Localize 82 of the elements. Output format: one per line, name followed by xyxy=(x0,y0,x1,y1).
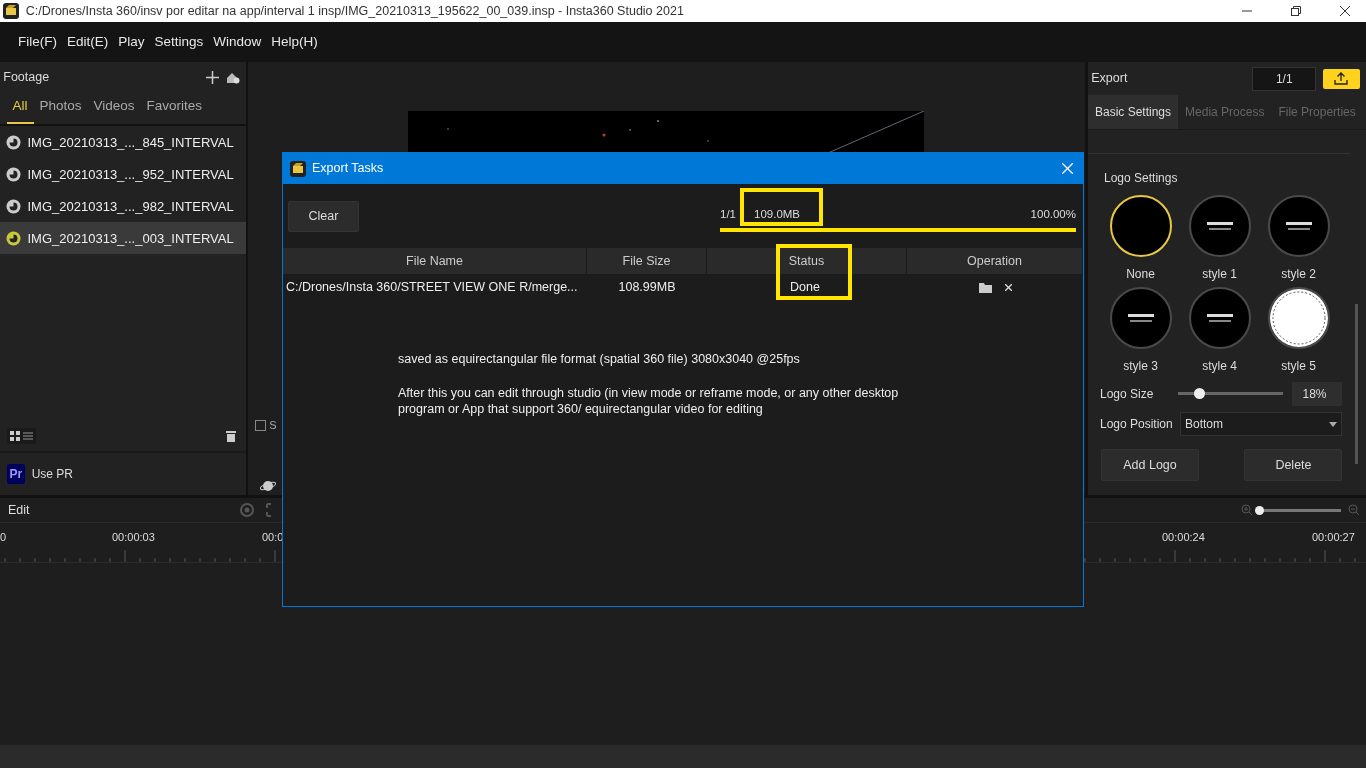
filter-tab[interactable]: All xyxy=(6,92,34,125)
column-header: File Name xyxy=(283,248,587,274)
panel-title: Edit xyxy=(8,501,30,519)
table-cell-text: Done xyxy=(789,278,821,296)
close-icon[interactable] xyxy=(1339,6,1350,16)
settings-tab[interactable]: Basic Settings xyxy=(1088,95,1179,129)
section-title: Logo Settings xyxy=(1104,170,1179,187)
footage-item[interactable]: IMG_20210313_..._845_INTERVAL xyxy=(0,126,246,159)
filter-tab[interactable]: Photos xyxy=(33,92,88,125)
grid-view-icon[interactable] xyxy=(9,431,20,441)
footage-item[interactable]: IMG_20210313_..._003_INTERVAL xyxy=(0,222,246,255)
clip-icon xyxy=(6,230,21,246)
column-header: Operation xyxy=(907,248,1083,274)
pr-logo: Pr xyxy=(6,464,26,484)
logo-style-label: style 1 xyxy=(1202,266,1237,283)
clip-icon xyxy=(6,166,21,182)
menu-item[interactable]: Window xyxy=(208,31,267,53)
list-view-icon[interactable] xyxy=(23,431,33,441)
panel-title: Export xyxy=(1091,70,1128,88)
trash-icon[interactable] xyxy=(226,430,237,442)
filter-tab[interactable]: Videos xyxy=(87,92,141,125)
folder-icon[interactable] xyxy=(978,281,992,293)
total-size: 109.0MB xyxy=(754,207,801,222)
action-button[interactable]: Delete xyxy=(1244,449,1343,481)
dialog-title: Export Tasks xyxy=(312,160,384,178)
position-dropdown[interactable]: Bottom xyxy=(1180,412,1343,436)
use-pr-label[interactable]: Use PR xyxy=(31,465,74,483)
window-title: C:/Drones/Insta 360/insv por editar na app/interval 1 insp/IMG_20210313_195622_00_039.insp - Insta360 Studio 2021 xyxy=(25,2,684,20)
checkbox-label: S xyxy=(269,418,277,433)
footage-item[interactable]: IMG_20210313_..._982_INTERVAL xyxy=(0,190,246,223)
column-header: Status xyxy=(707,248,907,274)
menu-item[interactable]: Edit(E) xyxy=(62,31,114,53)
menu-item[interactable]: File(F) xyxy=(13,31,62,53)
app-icon xyxy=(3,3,20,19)
action-button[interactable]: Add Logo xyxy=(1101,449,1199,481)
planet-icon[interactable] xyxy=(260,480,276,493)
time-label: 00:00:24 xyxy=(1162,530,1205,545)
export-button[interactable] xyxy=(1322,68,1360,89)
table-cell-text: 108.99MB xyxy=(617,278,677,296)
logo-drawing xyxy=(1285,222,1312,230)
app-icon xyxy=(289,160,306,177)
logo-drawing xyxy=(1127,314,1154,322)
clip-icon xyxy=(6,198,21,214)
note-text: saved as equirectangular file format (spatial 360 file) 3080x3040 @25fps xyxy=(398,351,801,368)
time-label: 0 xyxy=(0,530,7,545)
caret-icon xyxy=(1329,421,1338,427)
field-label: Logo Position xyxy=(1100,416,1174,433)
checkbox[interactable] xyxy=(255,419,266,431)
column-header: File Size xyxy=(587,248,707,274)
table-cell-text: C:/Drones/Insta 360/STREET VIEW ONE R/merge... xyxy=(285,278,579,296)
panel-title: Footage xyxy=(3,68,50,86)
progress-percent: 100.00% xyxy=(1030,207,1076,222)
footage-item[interactable]: IMG_20210313_..._952_INTERVAL xyxy=(0,158,246,191)
size-value-field[interactable]: 18% xyxy=(1292,381,1343,406)
logo-style-label: style 3 xyxy=(1123,358,1158,375)
page-counter: 1/1 xyxy=(1252,66,1317,91)
remove-icon[interactable] xyxy=(1004,283,1012,291)
logo-drawing xyxy=(1269,289,1328,347)
logo-style-label: style 2 xyxy=(1281,266,1316,283)
logo-drawing xyxy=(1206,222,1233,230)
home-add-icon[interactable] xyxy=(225,70,240,84)
menu-item[interactable]: Settings xyxy=(149,31,209,53)
field-label: Logo Size xyxy=(1100,385,1155,403)
scrollbar[interactable] xyxy=(1355,304,1358,464)
time-label: 00:00:27 xyxy=(1312,530,1355,545)
logo-style-label: style 4 xyxy=(1202,358,1237,375)
logo-style-label: style 5 xyxy=(1281,358,1316,375)
zoom-slider-thumb[interactable] xyxy=(1255,505,1264,515)
note-text: After this you can edit through studio (in view mode or reframe mode, or any other desktop program or App that support 360/ equirectangular video for editing xyxy=(398,384,900,418)
menu-item[interactable]: Play xyxy=(113,31,150,53)
slider-thumb[interactable] xyxy=(1194,388,1205,399)
task-count: 1/1 xyxy=(720,207,736,222)
clip-icon xyxy=(6,134,21,150)
logo-style-label: None xyxy=(1126,266,1155,283)
restore-icon[interactable] xyxy=(1290,6,1301,16)
logo-drawing xyxy=(1206,314,1233,322)
filter-tab[interactable]: Favorites xyxy=(140,92,209,125)
menu-item[interactable]: Help(H) xyxy=(266,31,323,53)
clear-button[interactable]: Clear xyxy=(288,200,359,232)
add-icon[interactable] xyxy=(206,70,219,84)
time-label: 00:00:03 xyxy=(112,530,155,545)
upload-icon xyxy=(1334,72,1349,85)
